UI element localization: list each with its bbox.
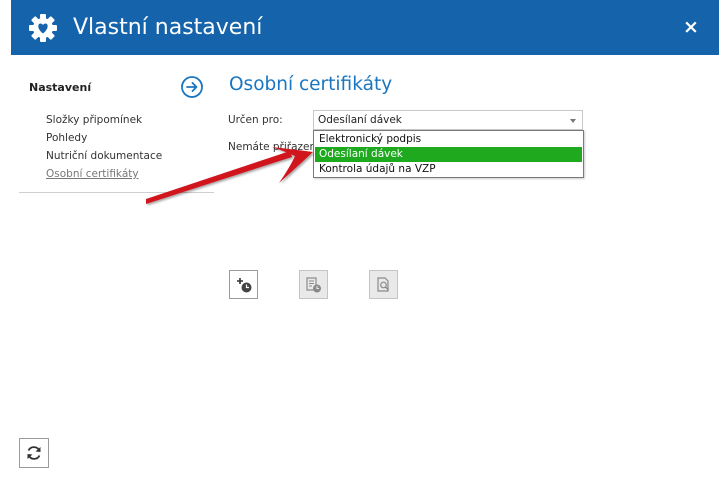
window-title: Vlastní nastavení — [73, 15, 263, 40]
option-odesilani-davek[interactable]: Odesílaní dávek — [315, 147, 582, 162]
select-value: Odesílaní dávek — [318, 114, 402, 126]
sidebar-item-slozky-pripominek[interactable]: Složky připomínek — [46, 111, 162, 129]
red-annotation-arrow — [146, 147, 313, 204]
sidebar-item-nutricni-dokumentace[interactable]: Nutriční dokumentace — [46, 147, 162, 165]
urcen-pro-select[interactable]: Odesílaní dávek — [313, 110, 583, 130]
select-dropdown-list: Elektronický podpis Odesílaní dávek Kont… — [313, 130, 584, 178]
option-kontrola-udaju-na-vzp[interactable]: Kontrola údajů na VZP — [315, 162, 582, 177]
gear-heart-icon — [29, 14, 57, 42]
arrow-right-circle-icon[interactable] — [180, 75, 204, 99]
add-certificate-button[interactable] — [229, 270, 258, 299]
refresh-icon — [27, 446, 41, 460]
preview-certificate-button[interactable] — [369, 270, 398, 299]
sidebar-item-osobni-certifikaty[interactable]: Osobní certifikáty — [46, 165, 162, 183]
urcen-pro-label: Určen pro: — [228, 114, 283, 126]
sidebar-item-pohledy[interactable]: Pohledy — [46, 129, 162, 147]
sidebar-divider — [19, 192, 214, 193]
refresh-button[interactable] — [19, 438, 49, 468]
sidebar-nav: Složky připomínek Pohledy Nutriční dokum… — [46, 111, 162, 183]
sidebar-heading: Nastavení — [29, 81, 92, 94]
info-text: Nemáte přiřazený — [228, 141, 323, 153]
add-clock-icon — [237, 278, 252, 293]
document-clock-icon — [306, 277, 321, 293]
title-bar: Vlastní nastavení × — [11, 0, 719, 55]
magnifier-document-icon — [377, 277, 389, 292]
certificate-detail-button[interactable] — [299, 270, 328, 299]
page-title: Osobní certifikáty — [229, 74, 393, 95]
chevron-down-icon[interactable] — [570, 119, 576, 123]
close-button[interactable]: × — [681, 15, 701, 39]
option-elektronicky-podpis[interactable]: Elektronický podpis — [315, 132, 582, 147]
